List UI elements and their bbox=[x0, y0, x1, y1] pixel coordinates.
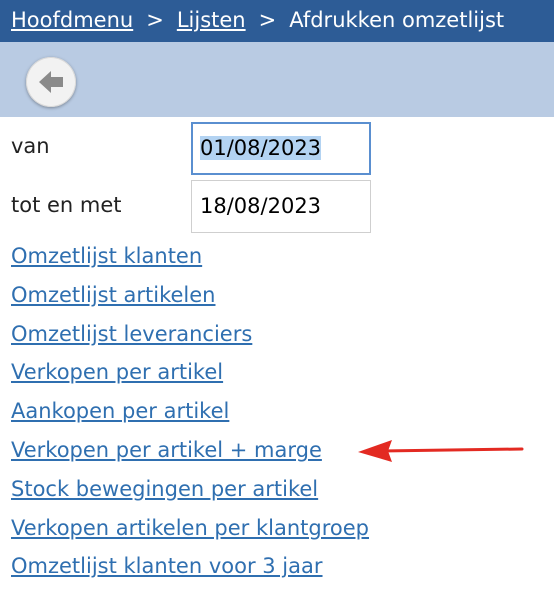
link-omzetlijst-artikelen[interactable]: Omzetlijst artikelen bbox=[11, 279, 369, 318]
to-date-value: 18/08/2023 bbox=[200, 194, 322, 218]
report-links: Omzetlijst klanten Omzetlijst artikelen … bbox=[11, 240, 369, 589]
link-verkopen-artikelen-per-klantgroep[interactable]: Verkopen artikelen per klantgroep bbox=[11, 512, 369, 551]
breadcrumb-lists-link[interactable]: Lijsten bbox=[177, 8, 246, 32]
from-date-value: 01/08/2023 bbox=[200, 136, 322, 160]
breadcrumb-separator: > bbox=[258, 8, 277, 32]
link-stock-bewegingen-per-artikel[interactable]: Stock bewegingen per artikel bbox=[11, 473, 369, 512]
breadcrumb-home-link[interactable]: Hoofdmenu bbox=[11, 8, 133, 32]
link-verkopen-per-artikel[interactable]: Verkopen per artikel bbox=[11, 356, 369, 395]
to-date-label: tot en met bbox=[11, 193, 122, 217]
page-title: Afdrukken omzetlijst bbox=[289, 8, 505, 32]
link-omzetlijst-klanten[interactable]: Omzetlijst klanten bbox=[11, 240, 369, 279]
link-verkopen-per-artikel-marge[interactable]: Verkopen per artikel + marge bbox=[11, 434, 369, 473]
from-date-label: van bbox=[11, 134, 50, 158]
red-arrow-annotation bbox=[358, 440, 524, 462]
breadcrumb: Hoofdmenu > Lijsten > Afdrukken omzetlijst bbox=[0, 0, 554, 42]
to-date-input[interactable]: 18/08/2023 bbox=[191, 180, 371, 233]
link-aankopen-per-artikel[interactable]: Aankopen per artikel bbox=[11, 395, 369, 434]
arrow-left-icon bbox=[39, 71, 63, 93]
link-omzetlijst-leveranciers[interactable]: Omzetlijst leveranciers bbox=[11, 318, 369, 357]
toolbar bbox=[0, 42, 554, 117]
breadcrumb-separator: > bbox=[146, 8, 164, 32]
from-date-input[interactable]: 01/08/2023 bbox=[191, 122, 371, 175]
link-omzetlijst-klanten-3-jaar[interactable]: Omzetlijst klanten voor 3 jaar bbox=[11, 550, 369, 589]
back-button[interactable] bbox=[26, 57, 76, 107]
